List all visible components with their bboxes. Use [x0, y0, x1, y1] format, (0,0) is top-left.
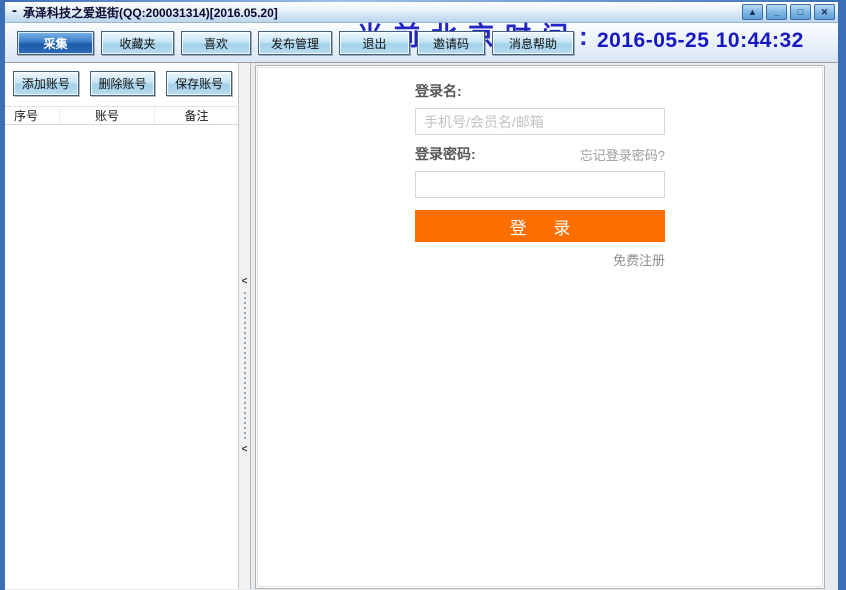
account-actions: 添加账号 删除账号 保存账号: [5, 63, 238, 106]
password-label: 登录密码:: [415, 144, 476, 164]
column-header-account[interactable]: 账号: [60, 107, 155, 124]
minimize-button[interactable]: _: [766, 4, 787, 20]
rollup-icon: ▲: [748, 8, 757, 17]
window-controls: ▲ _ □ ✕: [742, 4, 835, 20]
datetime-display: 2016-05-25 10:44:32: [597, 29, 804, 53]
toolbar-button-collect[interactable]: 采集: [17, 31, 94, 55]
window-body: - 承泽科技之爱逛街(QQ:200031314)[2016.05.20] ▲ _…: [5, 2, 838, 590]
delete-account-button[interactable]: 删除账号: [90, 71, 156, 96]
collapse-left-icon[interactable]: <: [242, 275, 248, 289]
login-form: 登录名: 登录密码: 忘记登录密码? 登 录 免费注册: [415, 81, 665, 270]
close-icon: ✕: [821, 8, 829, 17]
toolbar-buttons: 采集 收藏夹 喜欢 发布管理 退出 邀请码 消息帮助: [17, 31, 581, 55]
username-input[interactable]: [415, 108, 665, 135]
rollup-button[interactable]: ▲: [742, 4, 763, 20]
toolbar-button-invite-code[interactable]: 邀请码: [417, 31, 485, 55]
register-row: 免费注册: [415, 250, 665, 270]
username-label: 登录名:: [415, 81, 665, 101]
close-button[interactable]: ✕: [814, 4, 835, 20]
maximize-button[interactable]: □: [790, 4, 811, 20]
system-menu-icon[interactable]: -: [8, 4, 23, 20]
toolbar-button-exit[interactable]: 退出: [339, 31, 410, 55]
account-list[interactable]: [5, 125, 238, 589]
panel-splitter[interactable]: < <: [239, 63, 251, 589]
login-panel: 登录名: 登录密码: 忘记登录密码? 登 录 免费注册: [255, 65, 825, 589]
toolbar-button-likes[interactable]: 喜欢: [181, 31, 251, 55]
free-register-link[interactable]: 免费注册: [613, 253, 665, 268]
toolbar-button-favorites[interactable]: 收藏夹: [101, 31, 174, 55]
toolbar: 当前北京时间: 采集 收藏夹 喜欢 发布管理 退出 邀请码 消息帮助 2016-…: [5, 23, 838, 63]
save-account-button[interactable]: 保存账号: [166, 71, 232, 96]
splitter-grip[interactable]: [244, 292, 246, 440]
collapse-left-icon[interactable]: <: [242, 443, 248, 457]
password-label-row: 登录密码: 忘记登录密码?: [415, 144, 665, 164]
account-table-header: 序号 账号 备注: [5, 106, 238, 125]
main-area: 添加账号 删除账号 保存账号 序号 账号 备注 < <: [5, 63, 838, 589]
password-input[interactable]: [415, 171, 665, 198]
minimize-icon: _: [774, 8, 779, 17]
app-window: - 承泽科技之爱逛街(QQ:200031314)[2016.05.20] ▲ _…: [0, 0, 846, 590]
login-button[interactable]: 登 录: [415, 210, 665, 242]
toolbar-button-publish-manage[interactable]: 发布管理: [258, 31, 332, 55]
column-header-seq[interactable]: 序号: [5, 107, 60, 124]
column-header-note[interactable]: 备注: [155, 107, 238, 124]
forgot-password-link[interactable]: 忘记登录密码?: [580, 145, 665, 164]
toolbar-button-message-help[interactable]: 消息帮助: [492, 31, 574, 55]
content-area: 登录名: 登录密码: 忘记登录密码? 登 录 免费注册: [251, 63, 838, 589]
add-account-button[interactable]: 添加账号: [13, 71, 79, 96]
maximize-icon: □: [798, 8, 803, 17]
accounts-panel: 添加账号 删除账号 保存账号 序号 账号 备注: [5, 63, 239, 589]
login-panel-inner: 登录名: 登录密码: 忘记登录密码? 登 录 免费注册: [257, 67, 823, 587]
